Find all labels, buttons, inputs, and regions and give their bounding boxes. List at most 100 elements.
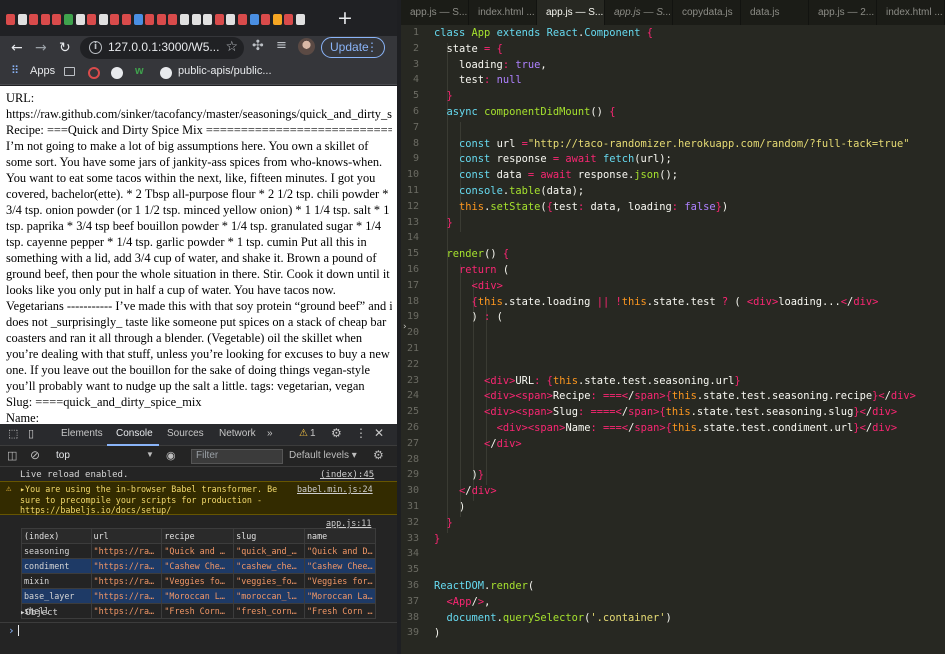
bookmark-apps[interactable]: Apps bbox=[30, 65, 55, 77]
extensions-icon[interactable]: ✣ bbox=[252, 38, 264, 54]
sidebar-toggle-icon[interactable]: ◫ bbox=[7, 449, 17, 462]
tab-favicon-icon[interactable] bbox=[168, 14, 178, 25]
tab-favicon-icon[interactable] bbox=[203, 14, 213, 25]
tab-favicon-icon[interactable] bbox=[52, 14, 62, 25]
settings-gear-icon[interactable]: ⚙ bbox=[331, 426, 342, 440]
tab-favicon-icon[interactable] bbox=[122, 14, 131, 25]
tab-favicon-icon[interactable] bbox=[249, 14, 259, 25]
editor-tab[interactable]: index.html ... bbox=[469, 0, 537, 25]
reload-icon[interactable]: ↻ bbox=[59, 39, 71, 57]
bookmark-public-apis[interactable]: public-apis/public... bbox=[178, 65, 272, 77]
warning-message[interactable]: ▸You are using the in-browser Babel tran… bbox=[20, 484, 288, 516]
table-header[interactable]: name bbox=[304, 528, 376, 544]
code-line[interactable]: } bbox=[434, 90, 453, 102]
table-header[interactable]: recipe bbox=[161, 528, 235, 544]
code-line[interactable]: ) bbox=[434, 627, 440, 639]
tab-favicon-icon[interactable] bbox=[6, 14, 15, 25]
github-icon[interactable] bbox=[160, 67, 172, 79]
tab-favicon-icon[interactable] bbox=[75, 14, 85, 25]
code-line[interactable]: </div> bbox=[434, 485, 497, 497]
eye-icon[interactable]: ◉ bbox=[166, 449, 176, 462]
code-line[interactable]: const url ="http://taco-randomizer.herok… bbox=[434, 138, 909, 150]
table-row[interactable]: shell "https://ra… "Fresh Corn… "fresh_corn… bbox=[21, 603, 376, 619]
tab-favicon-icon[interactable] bbox=[29, 14, 39, 25]
apps-grid-icon[interactable]: ⠿ bbox=[11, 64, 19, 77]
profile-avatar[interactable] bbox=[298, 38, 315, 55]
tab-favicon-icon[interactable] bbox=[87, 14, 97, 25]
code-line[interactable]: </div> bbox=[434, 438, 522, 450]
menu-kebab-icon[interactable]: ⋮ bbox=[366, 38, 378, 57]
code-line[interactable]: <div><span>Recipe: ===</span>{this.state… bbox=[434, 390, 916, 402]
code-line[interactable]: return ( bbox=[434, 264, 509, 276]
log-source-link[interactable]: (index):45 bbox=[320, 470, 374, 480]
table-row[interactable]: seasoning "https://ra… "Quick and … "quick_… bbox=[21, 543, 376, 559]
editor-tab[interactable]: app.js — 2... bbox=[809, 0, 877, 25]
tab-favicon-icon[interactable] bbox=[98, 14, 108, 25]
code-line[interactable]: async componentDidMount() { bbox=[434, 106, 616, 118]
table-header[interactable]: (index) bbox=[21, 528, 92, 544]
table-header[interactable]: url bbox=[90, 528, 163, 544]
filter-field[interactable]: Filter bbox=[191, 449, 283, 464]
editor-tab[interactable]: copydata.js bbox=[673, 0, 741, 25]
object-expander[interactable]: ▸Object bbox=[20, 608, 58, 618]
tab-favicon-icon[interactable] bbox=[296, 14, 305, 25]
code-line[interactable]: <div><span>Slug: ====</span>{this.state.… bbox=[434, 406, 897, 418]
tab-console[interactable]: Console bbox=[116, 428, 153, 439]
address-bar[interactable]: i 127.0.0.1:3000/W5... ☆ bbox=[80, 37, 244, 59]
code-line[interactable]: ) bbox=[434, 501, 465, 513]
tab-favicon-icon[interactable] bbox=[145, 14, 155, 25]
code-line[interactable]: } bbox=[434, 517, 453, 529]
update-button[interactable]: Update ⋮ bbox=[321, 37, 385, 58]
table-source-link[interactable]: app.js:11 bbox=[326, 518, 371, 528]
code-line[interactable]: } bbox=[434, 533, 440, 545]
code-line[interactable]: } bbox=[434, 217, 453, 229]
warning-source-link[interactable]: babel.min.js:24 bbox=[297, 484, 395, 495]
code-line[interactable]: this.setState({test: data, loading: fals… bbox=[434, 201, 728, 213]
bookmark-w-icon[interactable]: w bbox=[135, 65, 144, 77]
tab-favicon-icon[interactable] bbox=[156, 14, 166, 25]
bookmark-favicon-icon[interactable] bbox=[64, 67, 75, 76]
device-toolbar-icon[interactable]: ▯ bbox=[28, 427, 34, 440]
new-tab-button[interactable]: + bbox=[337, 7, 353, 29]
code-line[interactable]: state = { bbox=[434, 43, 503, 55]
tab-elements[interactable]: Elements bbox=[61, 428, 103, 439]
filter-input[interactable]: Filter bbox=[196, 450, 218, 461]
tab-sources[interactable]: Sources bbox=[167, 428, 204, 439]
context-select[interactable]: top bbox=[56, 450, 70, 461]
editor-tab[interactable]: app.js — S... bbox=[605, 0, 673, 25]
github-icon[interactable] bbox=[111, 67, 123, 79]
tab-favicon-icon[interactable] bbox=[17, 14, 27, 25]
url-text[interactable]: 127.0.0.1:3000/W5... bbox=[108, 40, 219, 54]
code-line[interactable]: const response = await fetch(url); bbox=[434, 153, 672, 165]
code-line[interactable]: <div><span>Name: ===</span>{this.state.t… bbox=[434, 422, 898, 434]
code-line[interactable]: <App/>, bbox=[434, 596, 491, 608]
table-row[interactable]: base_layer "https://ra… "Moroccan L… "moroc… bbox=[21, 588, 376, 604]
code-line[interactable]: test: null bbox=[434, 74, 522, 86]
tab-favicon-icon[interactable] bbox=[180, 14, 189, 25]
tab-favicon-icon[interactable] bbox=[40, 14, 50, 25]
tab-network[interactable]: Network bbox=[219, 428, 256, 439]
console-settings-gear-icon[interactable]: ⚙ bbox=[373, 448, 384, 462]
devtools-menu-icon[interactable]: ⋮ bbox=[355, 426, 367, 440]
code-line[interactable]: loading: true, bbox=[434, 59, 547, 71]
fold-arrow-icon[interactable]: › bbox=[403, 322, 407, 332]
reading-list-icon[interactable]: ≡ bbox=[276, 38, 287, 53]
code-line[interactable]: document.querySelector('.container') bbox=[434, 612, 672, 624]
bookmark-red-favicon-icon[interactable] bbox=[88, 67, 100, 79]
editor-tab[interactable]: index.html ... bbox=[877, 0, 945, 25]
tab-favicon-icon[interactable] bbox=[226, 14, 236, 25]
code-line[interactable]: <div> bbox=[434, 280, 503, 292]
tab-favicon-icon[interactable] bbox=[214, 14, 224, 25]
code-line[interactable]: {this.state.loading || !this.state.test … bbox=[434, 296, 879, 308]
tab-favicon-icon[interactable] bbox=[238, 14, 247, 25]
context-chevron-icon[interactable]: ▼ bbox=[146, 450, 154, 459]
code-line[interactable]: console.table(data); bbox=[434, 185, 584, 197]
tab-favicon-icon[interactable] bbox=[272, 14, 282, 25]
tab-favicon-icon[interactable] bbox=[133, 14, 143, 25]
warning-count-icon[interactable]: ⚠ bbox=[299, 428, 308, 439]
bookmark-star-icon[interactable]: ☆ bbox=[225, 39, 238, 55]
code-line[interactable]: )} bbox=[434, 469, 485, 481]
warning-count[interactable]: 1 bbox=[310, 428, 316, 439]
inspect-icon[interactable]: ⬚ bbox=[8, 427, 18, 440]
table-row[interactable]: condiment "https://ra… "Cashew Che… "cashew… bbox=[21, 558, 376, 574]
